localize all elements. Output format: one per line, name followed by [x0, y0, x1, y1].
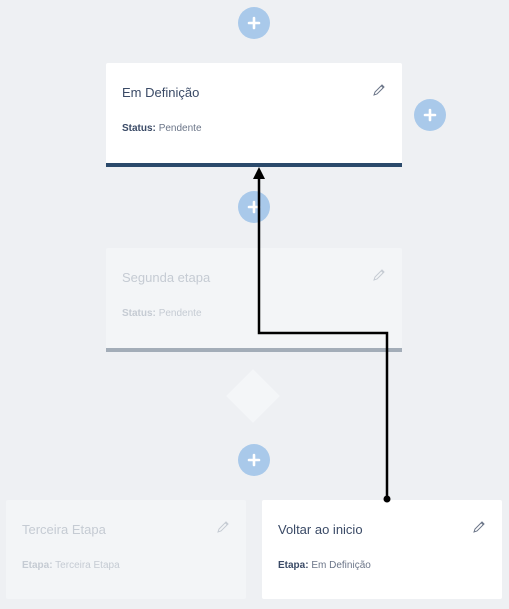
etapa-key: Etapa: — [278, 560, 309, 571]
step-card-title: Voltar ao inicio — [278, 522, 363, 537]
pencil-icon[interactable] — [472, 520, 486, 534]
decision-diamond — [226, 369, 280, 423]
status-key: Status: — [122, 123, 156, 134]
status-value: Pendente — [158, 123, 202, 134]
arrowhead-icon — [253, 167, 265, 179]
step-card-voltar-ao-inicio[interactable]: Voltar ao inicio Etapa: Em Definição — [262, 500, 502, 599]
status-value: Pendente — [158, 308, 202, 319]
step-card-etapa: Etapa: Terceira Etapa — [22, 560, 120, 571]
step-card-etapa: Etapa: Em Definição — [278, 560, 371, 571]
card-bottom-bar — [106, 163, 402, 167]
add-step-button-top[interactable] — [238, 7, 270, 39]
step-card-em-definicao[interactable]: Em Definição Status: Pendente — [106, 63, 402, 167]
step-card-title: Terceira Etapa — [22, 522, 106, 537]
step-card-title: Em Definição — [122, 85, 200, 100]
step-card-title: Segunda etapa — [122, 270, 211, 285]
card-bottom-bar — [106, 348, 402, 352]
plus-icon — [247, 453, 261, 467]
status-key: Status: — [122, 308, 156, 319]
plus-icon — [247, 200, 261, 214]
pencil-icon[interactable] — [372, 268, 386, 282]
pencil-icon[interactable] — [216, 520, 230, 534]
add-step-button-middle[interactable] — [238, 191, 270, 223]
step-card-segunda-etapa[interactable]: Segunda etapa Status: Pendente — [106, 248, 402, 352]
etapa-value: Em Definição — [311, 560, 371, 571]
step-card-status: Status: Pendente — [122, 123, 202, 134]
step-card-terceira-etapa[interactable]: Terceira Etapa Etapa: Terceira Etapa — [6, 500, 246, 599]
add-step-button-lower[interactable] — [238, 444, 270, 476]
step-card-status: Status: Pendente — [122, 308, 202, 319]
etapa-value: Terceira Etapa — [55, 560, 120, 571]
plus-icon — [423, 108, 437, 122]
pencil-icon[interactable] — [372, 83, 386, 97]
plus-icon — [247, 16, 261, 30]
add-step-button-right[interactable] — [414, 99, 446, 131]
etapa-key: Etapa: — [22, 560, 53, 571]
